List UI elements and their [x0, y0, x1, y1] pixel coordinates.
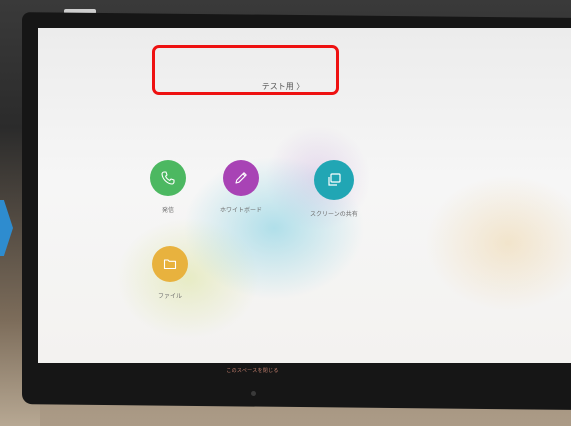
- screen-share-label: スクリーンの共有: [310, 211, 358, 218]
- red-highlight-box: [152, 45, 339, 95]
- whiteboard-circle: [223, 160, 259, 196]
- call-button[interactable]: 発信: [150, 160, 186, 214]
- camera-sensor: [251, 391, 256, 396]
- files-circle: [152, 246, 188, 282]
- files-button[interactable]: ファイル: [152, 246, 188, 300]
- screen-share-icon: [328, 173, 341, 186]
- call-label: 発信: [161, 207, 174, 214]
- close-space-button[interactable]: このスペースを閉じる: [205, 367, 300, 374]
- call-circle: [150, 160, 186, 196]
- phone-icon: [161, 171, 175, 185]
- folder-icon: [163, 259, 177, 270]
- whiteboard-label: ホワイトボード: [220, 207, 263, 214]
- screen-share-circle: [313, 160, 354, 200]
- files-label: ファイル: [157, 293, 182, 300]
- whiteboard-button[interactable]: ホワイトボード: [220, 160, 262, 214]
- screen-share-button[interactable]: スクリーンの共有: [310, 160, 358, 218]
- pencil-icon: [235, 172, 247, 184]
